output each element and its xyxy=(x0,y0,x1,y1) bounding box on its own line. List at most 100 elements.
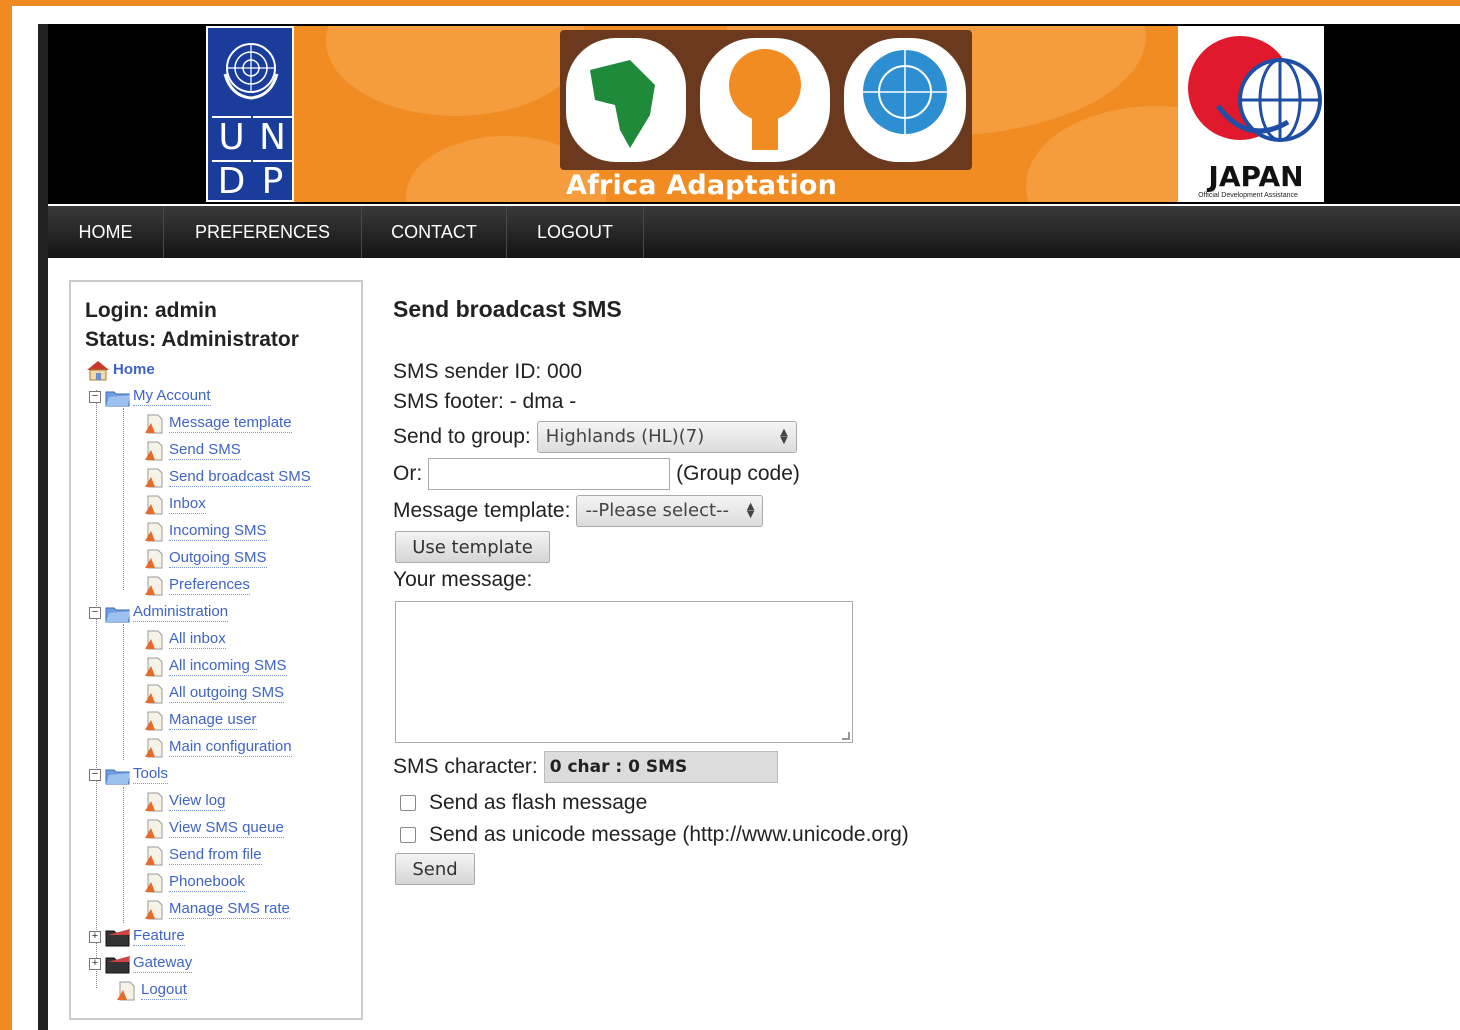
flash-checkbox[interactable] xyxy=(400,795,416,811)
tree-item[interactable]: Manage SMS rate xyxy=(85,896,361,923)
undp-letter: D xyxy=(212,160,251,202)
message-row xyxy=(395,601,1393,743)
page-icon xyxy=(145,684,163,703)
status-label: Status: Administrator xyxy=(85,328,299,351)
tree-tools-label[interactable]: Tools xyxy=(133,765,169,784)
tree-item[interactable]: Main configuration xyxy=(85,734,361,761)
send-button[interactable]: Send xyxy=(395,853,475,885)
tree-item-link[interactable]: Send broadcast SMS xyxy=(169,468,311,487)
tree-home[interactable]: Home xyxy=(85,356,361,383)
page-icon xyxy=(145,522,163,541)
tree-item[interactable]: View SMS queue xyxy=(85,815,361,842)
tree-item-link[interactable]: Outgoing SMS xyxy=(169,549,267,568)
or-label: Or: xyxy=(393,462,423,485)
tree-logout[interactable]: Logout xyxy=(85,977,361,1004)
tree-item[interactable]: All inbox xyxy=(85,626,361,653)
tree-logout-label[interactable]: Logout xyxy=(141,981,187,1000)
un-emblem-icon xyxy=(223,43,279,100)
tree-item[interactable]: Send from file xyxy=(85,842,361,869)
page-icon xyxy=(145,711,163,730)
tree-item[interactable]: View log xyxy=(85,788,361,815)
page-icon xyxy=(145,819,163,838)
tree-item[interactable]: All outgoing SMS xyxy=(85,680,361,707)
tree-item[interactable]: Outgoing SMS xyxy=(85,545,361,572)
tree-administration[interactable]: − Administration xyxy=(85,599,361,626)
tree-feature-label[interactable]: Feature xyxy=(133,927,185,946)
header-banner: U N D P Africa Adaptation JAPAN Official… xyxy=(48,24,1460,204)
page-icon xyxy=(117,981,135,1000)
expand-icon[interactable]: + xyxy=(89,930,101,943)
tree-home-link[interactable]: Home xyxy=(113,361,155,379)
tree-item-link[interactable]: All inbox xyxy=(169,630,226,649)
collapse-icon[interactable]: − xyxy=(89,390,101,403)
group-select-value: Highlands (HL)(7) xyxy=(545,426,705,447)
nav-tree: Home − My Account Message template Send S… xyxy=(85,356,361,1004)
tree-item[interactable]: Phonebook xyxy=(85,869,361,896)
template-select-value: --Please select-- xyxy=(585,500,730,521)
tree-item[interactable]: Send broadcast SMS xyxy=(85,464,361,491)
nav-preferences[interactable]: PREFERENCES xyxy=(164,206,362,258)
group-code-input[interactable] xyxy=(428,458,671,490)
template-select[interactable]: --Please select-- ▲ ▼ xyxy=(576,495,764,527)
tree-item-link[interactable]: Preferences xyxy=(169,576,250,595)
tree-item[interactable]: Inbox xyxy=(85,491,361,518)
use-template-button[interactable]: Use template xyxy=(395,531,550,563)
folder-open-icon xyxy=(105,391,130,406)
undp-letter: U xyxy=(212,116,251,158)
page: U N D P Africa Adaptation JAPAN Official… xyxy=(38,24,1460,1030)
tree-item[interactable]: Preferences xyxy=(85,572,361,599)
tree-item-link[interactable]: Main configuration xyxy=(169,738,292,757)
tree-administration-label[interactable]: Administration xyxy=(133,603,229,622)
page-icon xyxy=(145,414,163,433)
tree-item[interactable]: Incoming SMS xyxy=(85,518,361,545)
tree-item[interactable]: Message template xyxy=(85,410,361,437)
home-icon xyxy=(87,360,109,380)
page-icon xyxy=(145,792,163,811)
folder-closed-icon xyxy=(105,955,130,973)
tree-item-link[interactable]: Manage SMS rate xyxy=(169,900,290,919)
page-icon xyxy=(145,657,163,676)
sms-character-counter: 0 char : 0 SMS xyxy=(543,751,778,783)
tree-item-link[interactable]: Manage user xyxy=(169,711,257,730)
browser-frame: U N D P Africa Adaptation JAPAN Official… xyxy=(12,6,1460,1030)
nav-home[interactable]: HOME xyxy=(48,206,164,258)
message-textarea[interactable] xyxy=(395,601,853,743)
tree-my-account-label[interactable]: My Account xyxy=(133,387,211,406)
template-label: Message template: xyxy=(393,499,571,522)
page-icon xyxy=(145,549,163,568)
nav-contact[interactable]: CONTACT xyxy=(362,206,507,258)
tree-item-link[interactable]: View log xyxy=(169,792,226,811)
expand-icon[interactable]: + xyxy=(89,957,101,970)
tree-feature[interactable]: + Feature xyxy=(85,923,361,950)
collapse-icon[interactable]: − xyxy=(89,606,101,619)
tree-item-link[interactable]: Send from file xyxy=(169,846,262,865)
tree-gateway[interactable]: + Gateway xyxy=(85,950,361,977)
group-select[interactable]: Highlands (HL)(7) ▲ ▼ xyxy=(536,421,797,453)
tree-item[interactable]: Send SMS xyxy=(85,437,361,464)
tree-my-account[interactable]: − My Account xyxy=(85,383,361,410)
tree-item-link[interactable]: Inbox xyxy=(169,495,206,514)
tree-item[interactable]: All incoming SMS xyxy=(85,653,361,680)
page-icon xyxy=(145,846,163,865)
tree-item-link[interactable]: All outgoing SMS xyxy=(169,684,285,703)
sms-character-row: SMS character: 0 char : 0 SMS xyxy=(393,747,1393,787)
japan-title: JAPAN xyxy=(1208,160,1304,193)
collapse-icon[interactable]: − xyxy=(89,768,101,781)
sender-id: SMS sender ID: 000 xyxy=(393,360,583,383)
tree-item-link[interactable]: Phonebook xyxy=(169,873,245,892)
tree-item-link[interactable]: All incoming SMS xyxy=(169,657,287,676)
tree-gateway-label[interactable]: Gateway xyxy=(133,954,193,973)
tree-item-link[interactable]: Incoming SMS xyxy=(169,522,267,541)
flash-row: Send as flash message xyxy=(393,787,1393,819)
tree-tools[interactable]: − Tools xyxy=(85,761,361,788)
unicode-checkbox[interactable] xyxy=(400,827,416,843)
unicode-label: Send as unicode message (http://www.unic… xyxy=(429,823,909,846)
tree-item-link[interactable]: Send SMS xyxy=(169,441,241,460)
page-icon xyxy=(145,900,163,919)
nav-logout[interactable]: LOGOUT xyxy=(507,206,644,258)
tree-item-link[interactable]: View SMS queue xyxy=(169,819,284,838)
tree-item[interactable]: Manage user xyxy=(85,707,361,734)
tree-item-link[interactable]: Message template xyxy=(169,414,292,433)
page-title: Send broadcast SMS xyxy=(393,296,622,322)
resize-grip-icon[interactable] xyxy=(842,732,850,740)
